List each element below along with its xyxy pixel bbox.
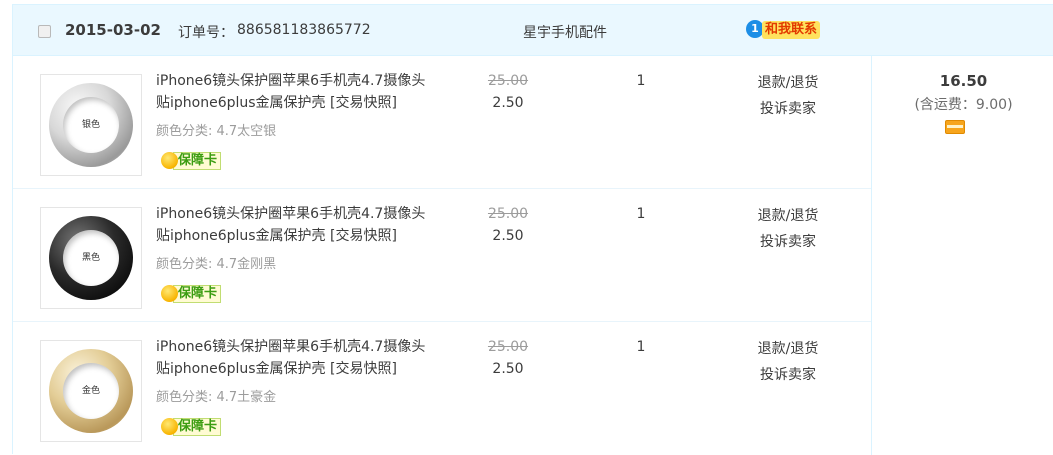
product-spec: 颜色分类: 4.7太空银 [156,124,277,139]
order-item: 金色 iPhone6镜头保护圈苹果6手机壳4.7摄像头贴iphone6plus金… [13,322,871,455]
shop-name-link[interactable]: 星宇手机配件 [523,22,607,42]
quantity: 1 [636,339,646,355]
product-thumbnail[interactable]: 金色 [40,340,142,442]
thumbnail-label: 银色 [81,120,100,130]
guarantee-card-label: 保障卡 [173,418,222,436]
guarantee-card-label: 保障卡 [173,285,222,303]
order-select-checkbox[interactable] [38,25,51,38]
refund-return-link[interactable]: 退款/退货 [738,70,838,96]
thumbnail-label: 金色 [81,386,100,396]
product-spec: 颜色分类: 4.7土豪金 [156,390,277,405]
unit-price: 2.50 [492,361,524,377]
silver-ring-image: 银色 [49,83,133,167]
product-title-link[interactable]: iPhone6镜头保护圈苹果6手机壳4.7摄像头贴iphone6plus金属保护… [156,203,431,247]
price-cell: 25.00 2.50 [468,70,548,114]
guarantee-card-label: 保障卡 [173,152,222,170]
complain-seller-link[interactable]: 投诉卖家 [738,229,838,255]
order-header: 2015-03-02 订单号： 886581183865772 星宇手机配件 1… [13,5,1053,56]
trade-snapshot-link[interactable]: [交易快照] [330,95,397,111]
unit-price: 2.50 [492,228,524,244]
quantity: 1 [636,206,646,222]
guarantee-icon [161,418,178,435]
complain-seller-link[interactable]: 投诉卖家 [738,362,838,388]
order-number-label: 订单号： [178,25,234,41]
product-thumbnail[interactable]: 黑色 [40,207,142,309]
black-ring-image: 黑色 [49,216,133,300]
product-thumbnail[interactable]: 银色 [40,74,142,176]
quantity: 1 [636,73,646,89]
order-number: 886581183865772 [237,22,371,38]
price-cell: 25.00 2.50 [468,203,548,247]
unit-price: 2.50 [492,95,524,111]
item-operations: 退款/退货 投诉卖家 [738,203,838,255]
order-item: 黑色 iPhone6镜头保护圈苹果6手机壳4.7摄像头贴iphone6plus金… [13,189,871,322]
product-spec: 颜色分类: 4.7金刚黑 [156,257,277,272]
contact-seller-label: 和我联系 [762,21,821,39]
refund-return-link[interactable]: 退款/退货 [738,203,838,229]
guarantee-icon [161,285,178,302]
item-operations: 退款/退货 投诉卖家 [738,336,838,388]
thumbnail-label: 黑色 [81,253,100,263]
item-operations: 退款/退货 投诉卖家 [738,70,838,122]
original-price: 25.00 [487,73,529,89]
gold-ring-image: 金色 [49,349,133,433]
trade-snapshot-link[interactable]: [交易快照] [330,228,397,244]
order-summary: 16.50 (含运费：9.00) [871,56,1053,455]
refund-return-link[interactable]: 退款/退货 [738,336,838,362]
product-title-link[interactable]: iPhone6镜头保护圈苹果6手机壳4.7摄像头贴iphone6plus金属保护… [156,70,431,114]
product-title-link[interactable]: iPhone6镜头保护圈苹果6手机壳4.7摄像头贴iphone6plus金属保护… [156,336,431,380]
price-cell: 25.00 2.50 [468,336,548,380]
order-total: 16.50 [939,72,988,90]
order-card: 2015-03-02 订单号： 886581183865772 星宇手机配件 1… [12,4,1053,455]
original-price: 25.00 [487,339,529,355]
complain-seller-link[interactable]: 投诉卖家 [738,96,838,122]
original-price: 25.00 [487,206,529,222]
order-item: 银色 iPhone6镜头保护圈苹果6手机壳4.7摄像头贴iphone6plus金… [13,56,871,189]
trade-snapshot-link[interactable]: [交易快照] [330,361,397,377]
shipping-fee: (含运费：9.00) [914,97,1013,113]
guarantee-icon [161,152,178,169]
order-date: 2015-03-02 [65,21,161,39]
